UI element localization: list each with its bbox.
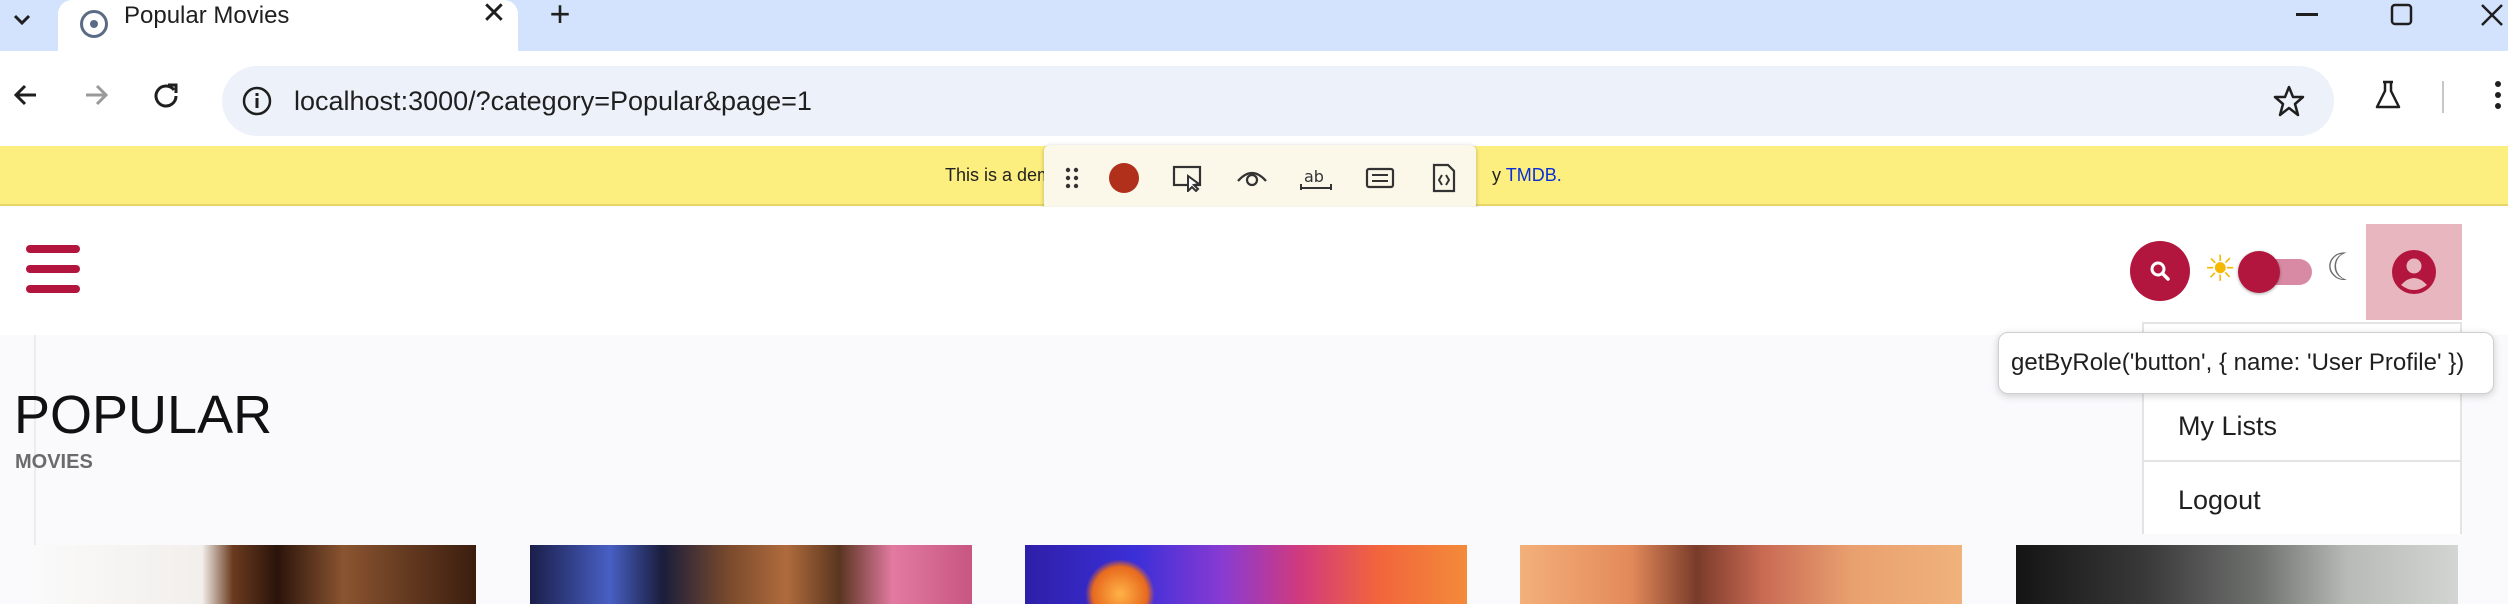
record-icon[interactable] [1106,160,1142,196]
browser-toolbar: localhost:3000/?category=Popular&page=1 [0,51,2508,146]
page-title: POPULAR [14,385,273,445]
theme-toggle-thumb[interactable] [2238,251,2280,293]
sun-icon: ☀ [2204,248,2237,289]
assert-visibility-icon[interactable] [1234,160,1270,196]
assert-value-icon[interactable] [1362,160,1398,196]
movie-poster-4[interactable] [1520,545,1962,604]
pick-locator-icon[interactable] [1170,160,1206,196]
menu-item-logout[interactable]: Logout [2144,464,2460,536]
toolbar-divider [2442,81,2444,113]
address-bar[interactable]: localhost:3000/?category=Popular&page=1 [222,66,2334,136]
browser-tab-strip: Popular Movies ✕ + [0,0,2508,51]
tab-search-chevron-icon[interactable] [4,2,40,38]
menu-item-my-lists[interactable]: My Lists [2144,390,2460,462]
movie-poster-5[interactable] [2016,545,2458,604]
tab-title: Popular Movies [124,2,290,29]
browser-tab-active[interactable]: Popular Movies ✕ [58,0,518,51]
url-text[interactable]: localhost:3000/?category=Popular&page=1 [294,66,812,136]
maximize-icon[interactable] [2372,0,2432,30]
locator-tooltip: getByRole('button', { name: 'User Profil… [1998,332,2494,394]
app-header: ☀ ☾ [0,207,2508,335]
labs-flask-icon[interactable] [2366,73,2410,117]
banner-text-start: This is a dem [945,165,1053,185]
new-tab-icon[interactable]: + [542,0,578,32]
tab-close-icon[interactable]: ✕ [478,0,510,30]
forward-arrow-icon[interactable] [74,73,118,117]
svg-text:ab: ab [1304,167,1324,186]
assert-text-icon[interactable]: ab [1298,160,1334,196]
banner-text-end: y [1492,165,1502,185]
minimize-icon[interactable] [2278,0,2338,30]
favicon-icon [80,10,108,38]
tmdb-link[interactable]: TMDB. [1506,165,1562,185]
movie-poster-3[interactable] [1025,545,1467,604]
user-profile-icon [2392,250,2436,294]
assert-snapshot-icon[interactable] [1426,160,1462,196]
drag-handle-icon[interactable] [1054,160,1090,196]
reload-icon[interactable] [144,73,188,117]
search-icon [2150,261,2170,281]
movie-poster-2[interactable] [530,545,972,604]
more-menu-icon[interactable] [2476,73,2508,117]
back-arrow-icon[interactable] [4,73,48,117]
window-close-icon[interactable] [2462,0,2508,30]
site-info-icon[interactable] [240,84,274,118]
page-subtitle: MOVIES [15,451,93,473]
recorder-toolbar: ab [1044,145,1476,211]
search-button[interactable] [2130,241,2190,301]
user-profile-button[interactable] [2366,224,2462,320]
moon-icon: ☾ [2326,247,2361,289]
bookmark-star-icon[interactable] [2272,84,2306,118]
hamburger-menu-icon[interactable] [26,245,80,293]
movie-poster-1[interactable] [34,545,476,604]
